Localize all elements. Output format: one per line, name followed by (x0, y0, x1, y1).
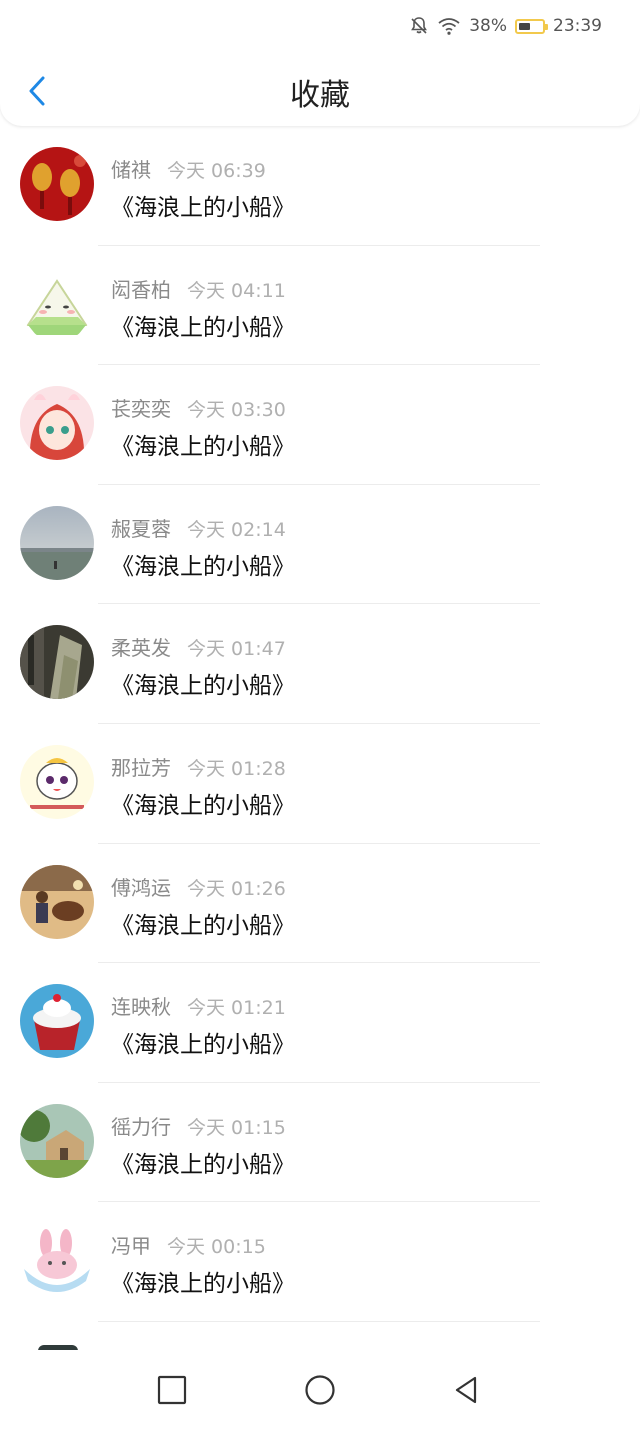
avatar (20, 984, 94, 1059)
timestamp: 今天 01:28 (187, 757, 286, 780)
item-title: 《海浪上的小船》 (111, 195, 295, 221)
list-item[interactable]: 冯甲 今天 00:15 《海浪上的小船》 (0, 1202, 640, 1322)
avatar (20, 386, 94, 461)
bell-off-icon (409, 16, 429, 36)
list-item[interactable]: 储祺 今天 06:39 《海浪上的小船》 (0, 126, 640, 246)
avatar (20, 147, 94, 221)
avatar (20, 266, 94, 341)
list-item[interactable]: 苌奕奕 今天 03:30 《海浪上的小船》 (0, 365, 640, 485)
author-name: 傅鸿运 (111, 875, 171, 900)
list-item[interactable]: 柔英发 今天 01:47 《海浪上的小船》 (0, 604, 640, 724)
timestamp: 今天 04:11 (187, 279, 286, 302)
item-title: 《海浪上的小船》 (111, 673, 295, 700)
divider (98, 1320, 540, 1322)
item-title: 《海浪上的小船》 (111, 434, 295, 461)
item-title: 《海浪上的小船》 (111, 912, 295, 939)
status-bar: 38% 23:39 (409, 12, 602, 40)
author-name: 徭力行 (111, 1114, 171, 1139)
avatar (20, 505, 94, 580)
author-name: 冯甲 (111, 1234, 151, 1259)
avatar (20, 1103, 94, 1178)
battery-icon (515, 18, 548, 34)
nav-back-button[interactable] (448, 1372, 484, 1408)
avatar (20, 864, 94, 939)
item-title: 《海浪上的小船》 (111, 1032, 295, 1059)
list-item[interactable]: 徭力行 今天 01:15 《海浪上的小船》 (0, 1082, 640, 1203)
avatar (20, 1223, 94, 1298)
timestamp: 今天 01:26 (187, 877, 286, 900)
avatar (20, 744, 94, 819)
battery-percent: 38% (469, 16, 507, 36)
author-name: 闳香柏 (111, 277, 171, 302)
header: 38% 23:39 收藏 (0, 0, 640, 126)
list-item[interactable]: 连映秋 今天 01:21 《海浪上的小船》 (0, 963, 640, 1083)
timestamp: 今天 01:21 (187, 997, 286, 1020)
author-name: 赧夏蓉 (111, 516, 171, 541)
recent-apps-button[interactable] (154, 1372, 190, 1408)
triangle-back-icon (455, 1376, 477, 1404)
item-title: 《海浪上的小船》 (111, 314, 295, 341)
home-button[interactable] (302, 1372, 338, 1408)
avatar (20, 625, 94, 700)
author-name: 柔英发 (111, 636, 171, 661)
page-title: 收藏 (290, 78, 350, 113)
item-title: 《海浪上的小船》 (111, 792, 295, 819)
list-item[interactable]: 傅鸿运 今天 01:26 《海浪上的小船》 (0, 843, 640, 964)
item-title: 《海浪上的小船》 (111, 1151, 295, 1178)
item-title: 《海浪上的小船》 (111, 1271, 295, 1298)
author-name: 连映秋 (111, 995, 171, 1020)
square-icon (157, 1375, 187, 1405)
timestamp: 今天 02:14 (187, 518, 286, 541)
timestamp: 今天 01:15 (187, 1116, 286, 1139)
author-name: 储祺 (111, 158, 151, 182)
system-nav-bar (0, 1350, 640, 1433)
list-item[interactable]: 那拉芳 今天 01:28 《海浪上的小船》 (0, 723, 640, 844)
timestamp: 今天 03:30 (187, 399, 286, 422)
author-name: 那拉芳 (111, 755, 171, 780)
favorites-list: 储祺 今天 06:39 《海浪上的小船》 闳香柏 今天 04:11 《海浪上的小… (0, 126, 640, 1322)
timestamp: 今天 06:39 (167, 160, 266, 182)
list-item[interactable]: 闳香柏 今天 04:11 《海浪上的小船》 (0, 245, 640, 366)
timestamp: 今天 01:47 (187, 638, 286, 661)
clock: 23:39 (553, 16, 602, 36)
item-title: 《海浪上的小船》 (111, 553, 295, 580)
author-name: 苌奕奕 (111, 397, 171, 422)
timestamp: 今天 00:15 (167, 1236, 266, 1259)
wifi-icon (437, 16, 461, 36)
list-item[interactable]: 赧夏蓉 今天 02:14 《海浪上的小船》 (0, 484, 640, 605)
circle-icon (305, 1375, 335, 1405)
